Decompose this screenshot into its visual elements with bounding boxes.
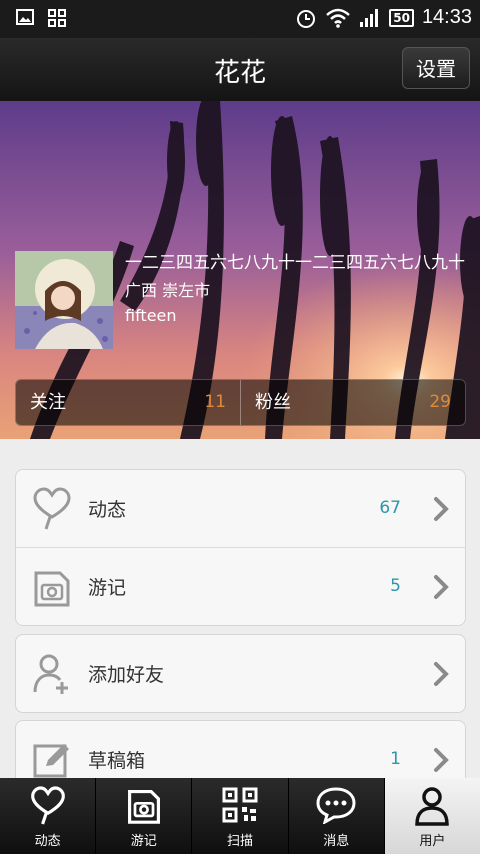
- battery-icon: 50: [389, 8, 414, 27]
- camera-doc-icon: [127, 790, 160, 824]
- heart-pin-icon: [33, 487, 71, 530]
- following-label: 关注: [30, 392, 66, 413]
- tab-label: 扫描: [227, 834, 254, 849]
- chevron-right-icon: [434, 748, 449, 772]
- menu-item-label: 动态: [88, 499, 127, 521]
- tab-label: 用户: [419, 834, 446, 849]
- tab-label: 游记: [130, 834, 157, 849]
- following-count: 11: [204, 392, 226, 412]
- menu-item-count: 67: [379, 498, 401, 518]
- avatar[interactable]: [15, 251, 113, 349]
- menu-item-count: 1: [390, 749, 401, 769]
- apps-icon: [48, 9, 66, 27]
- menu-item-label: 游记: [88, 577, 127, 599]
- camera-doc-icon: [34, 571, 70, 607]
- chat-bubble-icon: [316, 787, 356, 824]
- chevron-right-icon: [434, 662, 449, 686]
- follow-stats: 关注 11 粉丝 29: [15, 379, 466, 426]
- gallery-icon: [16, 9, 34, 25]
- tab-feed[interactable]: 动态: [0, 778, 97, 854]
- chevron-right-icon: [434, 497, 449, 521]
- following-stat[interactable]: 关注 11: [16, 380, 241, 425]
- clock: 14:33: [421, 6, 472, 28]
- qr-code-icon: [222, 787, 258, 823]
- menu-group-activity: 动态 67 游记 5: [15, 469, 466, 626]
- tab-scan[interactable]: 扫描: [192, 778, 289, 854]
- user-info: 一二三四五六七八九十一二三四五六七八九十 广西 崇左市 fifteen: [125, 253, 475, 325]
- settings-button[interactable]: 设置: [402, 47, 470, 89]
- tab-messages[interactable]: 消息: [289, 778, 385, 854]
- menu-item-travel-notes[interactable]: 游记 5: [16, 548, 465, 625]
- menu-item-add-friend[interactable]: 添加好友: [16, 635, 465, 712]
- profile-header: 一二三四五六七八九十一二三四五六七八九十 广西 崇左市 fifteen 关注 1…: [0, 101, 480, 439]
- wifi-icon: [326, 8, 351, 28]
- edit-icon: [33, 744, 69, 778]
- fans-label: 粉丝: [255, 392, 291, 413]
- menu-item-feed[interactable]: 动态 67: [16, 470, 465, 548]
- user-location: 广西 崇左市: [125, 281, 211, 300]
- status-bar: 50 14:33: [0, 0, 480, 38]
- heart-pin-icon: [30, 786, 65, 825]
- add-user-icon: [33, 654, 68, 694]
- user-icon: [415, 787, 450, 826]
- menu-item-label: 添加好友: [88, 664, 165, 686]
- user-handle: fifteen: [125, 306, 177, 325]
- menu-group-friends: 添加好友: [15, 634, 466, 713]
- nav-bar: 花花 设置: [0, 38, 480, 101]
- alarm-icon: [297, 9, 316, 28]
- menu-item-label: 草稿箱: [88, 750, 146, 772]
- chevron-right-icon: [434, 575, 449, 599]
- fans-stat[interactable]: 粉丝 29: [241, 380, 465, 425]
- tab-travel-notes[interactable]: 游记: [96, 778, 193, 854]
- fans-count: 29: [429, 392, 451, 412]
- tab-label: 动态: [34, 834, 61, 849]
- tab-bar: 动态 游记 扫描 消息 用户: [0, 778, 480, 854]
- signal-icon: [360, 8, 379, 27]
- tab-user[interactable]: 用户: [384, 778, 480, 854]
- menu-item-count: 5: [390, 576, 401, 596]
- user-bio: 一二三四五六七八九十一二三四五六七八九十: [125, 253, 465, 273]
- tab-label: 消息: [323, 834, 350, 849]
